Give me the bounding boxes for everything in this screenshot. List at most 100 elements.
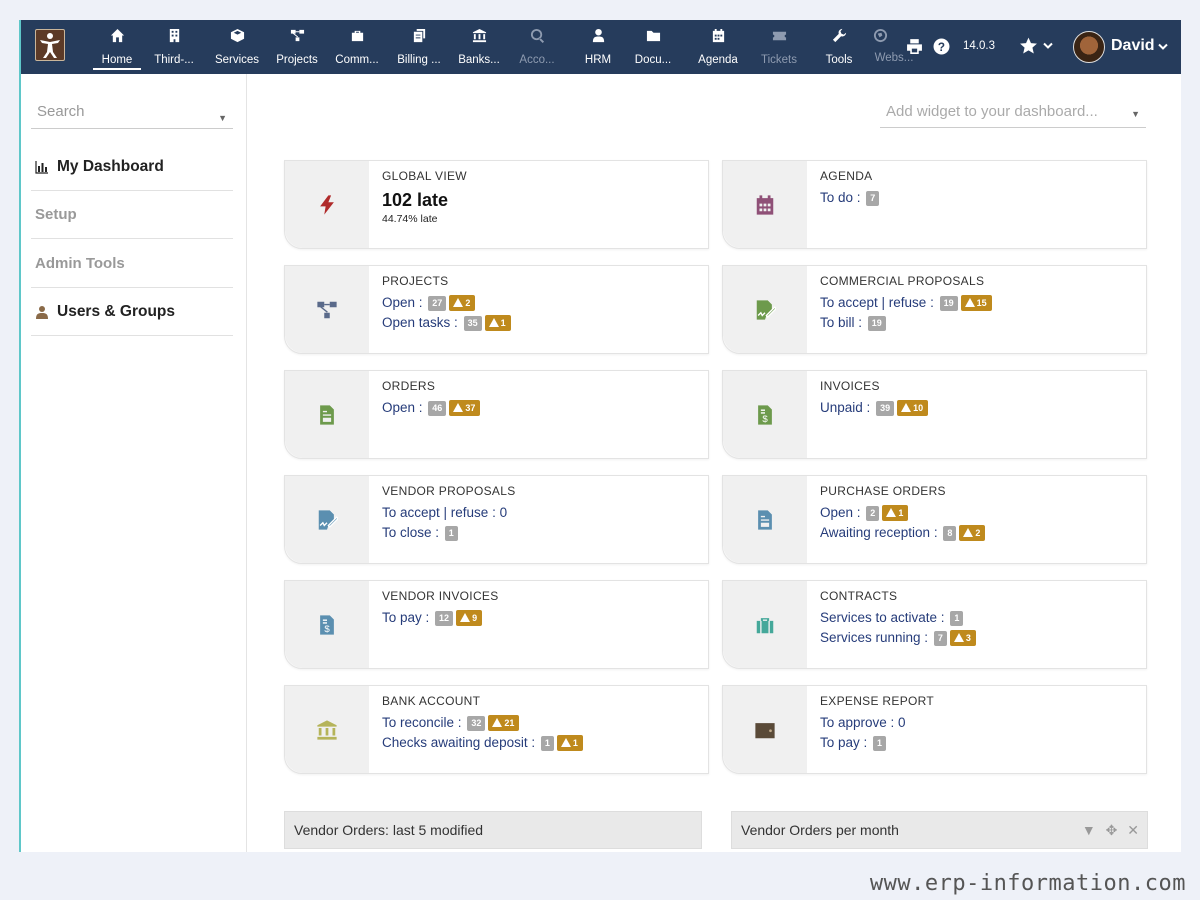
count-badge: 8 (943, 525, 957, 541)
to-accept-refuse-line[interactable]: To accept | refuse : 19 15 (820, 293, 1140, 313)
unpaid-invoices-line[interactable]: Unpaid : 39 10 (820, 398, 1140, 418)
menu-thirdparties-label: Third-... (154, 54, 194, 66)
card-title: CONTRACTS (820, 589, 898, 603)
vendor-orders-last-modified-panel[interactable]: Vendor Orders: last 5 modified (284, 811, 702, 849)
card-orders[interactable]: ORDERS Open : 46 37 (284, 370, 709, 459)
card-title: EXPENSE REPORT (820, 694, 935, 708)
wallet-icon (755, 722, 775, 738)
count-badge: 2 (866, 505, 880, 521)
user-chevron-down-icon[interactable] (1158, 43, 1168, 51)
warning-count: 2 (975, 528, 981, 539)
card-invoices[interactable]: $ INVOICES Unpaid : 39 10 (722, 370, 1147, 459)
card-bank-account[interactable]: BANK ACCOUNT To reconcile : 32 21 Checks … (284, 685, 709, 774)
bookmark-chevron-down-icon[interactable] (1043, 42, 1053, 50)
sidebar-item-my-dashboard[interactable]: My Dashboard (31, 143, 233, 191)
card-contracts[interactable]: CONTRACTS Services to activate : 1 Servi… (722, 580, 1147, 669)
close-icon[interactable]: ✕ (1127, 822, 1139, 838)
watermark-url: www.erp-information.com (869, 871, 1186, 896)
warning-icon (964, 298, 975, 308)
menu-banks[interactable]: Banks... (451, 24, 507, 70)
menu-banks-label: Banks... (458, 54, 500, 66)
sidebar-item-users-groups[interactable]: Users & Groups (31, 288, 233, 336)
version-label: 14.0.3 (963, 40, 995, 52)
card-commercial-proposals[interactable]: COMMERCIAL PROPOSALS To accept | refuse … (722, 265, 1147, 354)
svg-text:$: $ (762, 413, 768, 424)
vendor-orders-per-month-panel[interactable]: Vendor Orders per month ▼ ✥ ✕ (731, 811, 1148, 849)
open-orders-line[interactable]: Open : 46 37 (382, 398, 702, 418)
late-warning-badge: 1 (484, 315, 511, 332)
search-input[interactable]: Search ▼ (31, 102, 233, 129)
services-running-line[interactable]: Services running : 7 3 (820, 628, 1140, 648)
count-badge: 1 (873, 735, 887, 751)
line-label: To close : (382, 525, 440, 540)
card-vendor-invoices[interactable]: $ VENDOR INVOICES To pay : 12 9 (284, 580, 709, 669)
count-badge: 7 (933, 630, 947, 646)
menu-tools[interactable]: Tools (817, 24, 861, 70)
line-label: To accept | refuse : (820, 295, 934, 310)
count-badge: 12 (435, 610, 454, 626)
warning-icon (901, 403, 912, 413)
avatar[interactable] (1073, 31, 1105, 63)
signature-icon (318, 509, 338, 530)
menu-agenda[interactable]: Agenda (693, 24, 743, 70)
move-icon[interactable]: ✥ (1106, 822, 1118, 838)
ticket-icon (772, 31, 786, 40)
menu-services[interactable]: Services (209, 24, 265, 70)
suitcase-icon (351, 30, 363, 41)
to-accept-refuse-line[interactable]: To accept | refuse : 0 (382, 503, 702, 523)
services-to-activate-line[interactable]: Services to activate : 1 (820, 608, 1140, 628)
help-icon[interactable]: ? (933, 38, 950, 55)
star-bookmark-icon[interactable] (1019, 37, 1038, 55)
menu-thirdparties[interactable]: Third-... (147, 24, 201, 70)
search-caret-icon: ▼ (218, 113, 227, 123)
card-agenda[interactable]: AGENDA To do : 7 (722, 160, 1147, 249)
sidebar-item-label: My Dashboard (57, 158, 164, 175)
line-label: To pay : (820, 735, 868, 750)
line-label: Open tasks : (382, 315, 458, 330)
awaiting-reception-line[interactable]: Awaiting reception : 8 2 (820, 523, 1140, 543)
count-badge: 1 (444, 525, 458, 541)
card-purchase-orders[interactable]: PURCHASE ORDERS Open : 2 1 Awaiting recep… (722, 475, 1147, 564)
company-logo[interactable] (35, 29, 65, 61)
late-warning-badge: 9 (456, 610, 483, 627)
open-purchase-orders-line[interactable]: Open : 2 1 (820, 503, 1140, 523)
count-badge: 19 (939, 295, 958, 311)
menu-projects[interactable]: Projects (271, 24, 323, 70)
to-bill-line[interactable]: To bill : 19 (820, 313, 1140, 333)
card-vendor-proposals[interactable]: VENDOR PROPOSALS To accept | refuse : 0 … (284, 475, 709, 564)
warning-count: 10 (913, 403, 924, 414)
late-warning-badge: 1 (556, 735, 583, 752)
line-label: To do : (820, 190, 861, 205)
sidebar-item-admin-tools[interactable]: Admin Tools (31, 240, 233, 288)
open-projects-line[interactable]: Open : 27 2 (382, 293, 702, 313)
menu-tickets[interactable]: Tickets (754, 24, 804, 70)
late-warning-badge: 15 (960, 295, 992, 312)
todo-line[interactable]: To do : 7 (820, 188, 1140, 208)
late-count: 102 late (382, 190, 449, 210)
card-expense-report[interactable]: EXPENSE REPORT To approve : 0 To pay : 1 (722, 685, 1147, 774)
menu-accounting[interactable]: Acco... (512, 24, 562, 70)
menu-documents[interactable]: Docu... (627, 24, 679, 70)
sidebar-item-label: Users & Groups (57, 303, 176, 320)
file-invoice-icon (758, 509, 772, 530)
user-name[interactable]: David (1111, 37, 1155, 55)
to-pay-line[interactable]: To pay : 12 9 (382, 608, 702, 628)
menu-hrm[interactable]: HRM (576, 24, 620, 70)
add-widget-select[interactable]: Add widget to your dashboard... ▼ (880, 98, 1146, 128)
checks-awaiting-deposit-line[interactable]: Checks awaiting deposit : 1 1 (382, 733, 702, 753)
menu-billing[interactable]: Billing ... (389, 24, 449, 70)
menu-commercial[interactable]: Comm... (329, 24, 385, 70)
to-reconcile-line[interactable]: To reconcile : 32 21 (382, 713, 702, 733)
to-approve-line[interactable]: To approve : 0 (820, 713, 1140, 733)
filter-icon[interactable]: ▼ (1082, 822, 1096, 838)
sidebar-item-setup[interactable]: Setup (31, 191, 233, 239)
card-projects[interactable]: PROJECTS Open : 27 2 Open tasks : 35 1 (284, 265, 709, 354)
card-global-view[interactable]: GLOBAL VIEW 102 late 44.74% late (284, 160, 709, 249)
open-tasks-line[interactable]: Open tasks : 35 1 (382, 313, 702, 333)
late-warning-badge: 2 (449, 295, 476, 312)
print-icon[interactable] (906, 38, 923, 55)
search-placeholder: Search (37, 103, 85, 120)
menu-home[interactable]: Home (93, 24, 141, 70)
to-pay-line[interactable]: To pay : 1 (820, 733, 1140, 753)
to-close-line[interactable]: To close : 1 (382, 523, 702, 543)
